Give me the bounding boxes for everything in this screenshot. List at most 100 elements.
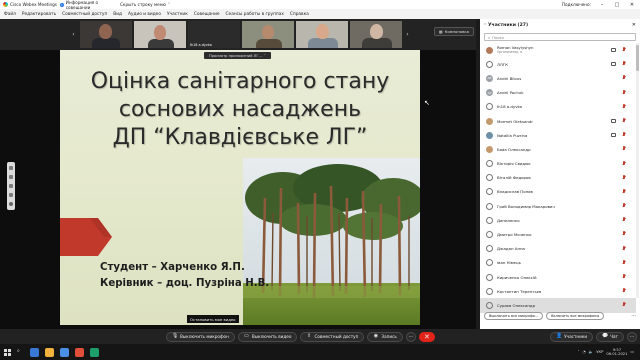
language-indicator[interactable]: УКР [596,350,603,354]
microphone-muted-icon[interactable] [622,188,626,195]
participants-footer: Выключить все микрофо... Включить все ми… [480,309,640,323]
menu-breakout[interactable]: Сеансы работы в группах [226,12,284,17]
connection-status: Подключено: [561,2,591,7]
menu-view[interactable]: Вид [113,12,122,17]
eraser-tool-icon[interactable] [9,192,13,197]
participants-toggle-button[interactable]: 👤 Участники [550,331,594,342]
participant-search-input[interactable]: ⌕ Поиск [484,33,636,41]
participant-row[interactable]: ЛЛГК [480,57,636,71]
video-tile[interactable] [242,21,294,48]
video-tile[interactable] [350,21,402,48]
maximize-icon[interactable]: □ [613,2,621,8]
user-icon [486,103,493,111]
microphone-muted-icon[interactable] [622,288,626,294]
microphone-muted-icon[interactable] [622,259,626,266]
text-tool-icon[interactable] [9,183,13,188]
strip-left-arrow-icon[interactable]: ‹ [70,31,77,38]
strip-right-arrow-icon[interactable]: › [404,31,411,38]
end-meeting-button[interactable]: ✕ [418,331,435,342]
participant-row[interactable]: Nataliia Puzrina [480,128,636,142]
microphone-muted-icon[interactable] [622,160,626,167]
clock[interactable]: 9:57 06.01.2021 [606,348,627,357]
participant-list-scrollbar[interactable] [636,43,639,298]
panel-more-button[interactable]: ··· [627,331,637,342]
stop-video-button[interactable]: ▭ Выключить видео [237,331,298,342]
mute-button[interactable]: 🎙 Выключить микрофон [166,331,235,342]
record-button[interactable]: ◉ Запись [367,331,403,342]
notifications-icon[interactable]: ▭ [631,350,634,354]
participant-row[interactable]: Владислав Попов [480,185,636,199]
shared-app-tab[interactable]: Просмотр приложений ЛГ... ˅ [204,52,271,59]
menu-edit[interactable]: Редактировать [22,12,56,17]
menu-help[interactable]: Справка [290,12,309,17]
microphone-muted-icon[interactable] [622,89,626,96]
participant-row[interactable]: Mormet Oleksandr [480,114,636,128]
participant-row[interactable]: Гриб Володимир Макарович [480,199,636,213]
video-tile[interactable] [134,21,186,48]
microphone-muted-icon[interactable] [622,245,626,252]
taskview-icon[interactable] [30,347,39,357]
participant-row[interactable]: Кириченко Олексій [480,270,636,284]
scrollbar-thumb[interactable] [636,45,639,71]
microphone-muted-icon[interactable] [622,217,626,223]
more-options-icon[interactable]: ··· [631,313,636,319]
tray-up-arrow-icon[interactable]: ˄ [578,350,580,354]
menu-participant[interactable]: Участник [167,12,188,17]
powerpoint-icon[interactable] [75,347,84,357]
microphone-muted-icon[interactable] [622,61,626,67]
menu-file[interactable]: Файл [4,12,16,17]
menu-audio-video[interactable]: Аудио и видео [128,12,161,17]
microphone-muted-icon[interactable] [622,117,626,124]
chevron-down-icon[interactable]: ˅ [484,23,486,28]
color-picker-icon[interactable] [9,201,13,206]
pointer-tool-icon[interactable] [9,166,13,171]
more-options-button[interactable]: ··· [405,331,416,342]
microphone-muted-icon[interactable] [622,231,626,237]
microphone-muted-icon[interactable] [622,274,626,280]
participant-row[interactable]: Іван Німець [480,256,636,270]
microphone-muted-icon[interactable] [622,174,626,181]
webex-taskbar-icon[interactable] [90,347,99,357]
hide-menu-bar-button[interactable]: Скрыть строку меню ˄ [120,2,170,7]
participant-row[interactable]: AP Andrii Pochuk [480,86,636,100]
participant-row[interactable]: Бааа Олександр [480,142,636,156]
participant-row[interactable]: Roman Vasylyshyn Организатор, я [480,43,636,57]
microphone-muted-icon[interactable] [622,103,626,110]
video-tile[interactable] [296,21,348,48]
participant-row[interactable]: Вікторія Свидюк [480,157,636,171]
participant-row[interactable]: Даниленко [480,213,636,227]
microphone-muted-icon[interactable] [622,75,626,81]
participant-row[interactable]: Костянтин Терентьєв [480,284,636,298]
layout-button[interactable]: ▦ Компоновка [434,27,474,36]
start-button[interactable] [4,348,14,356]
unmute-all-button[interactable]: Включить все микрофоны [546,312,605,320]
participant-row[interactable]: Дмитро Моченко [480,227,636,241]
mute-all-button[interactable]: Выключить все микрофо... [484,312,544,320]
volume-icon[interactable]: 🔈 [589,350,594,354]
taskbar-search-icon[interactable]: ⌕ [17,348,27,356]
stop-my-video-button[interactable]: Остановить мое видео [187,315,239,323]
participant-row[interactable]: AB Andrii Bilous [480,71,636,85]
chat-toggle-button[interactable]: 💬 Чат [596,331,624,342]
microphone-muted-icon[interactable] [622,146,626,152]
microphone-muted-icon[interactable] [622,302,626,308]
minimize-icon[interactable]: – [598,2,606,8]
video-tile[interactable] [80,21,132,48]
participant-row[interactable]: Ih18 a.dyvko [480,100,636,114]
microphone-muted-icon[interactable] [622,132,626,138]
video-tile[interactable]: Ih18 a.dyvko [188,21,240,48]
close-icon[interactable]: ✕ [628,2,636,8]
menu-share[interactable]: Совместный доступ [62,12,107,17]
browser-icon[interactable] [60,347,69,357]
menu-meeting[interactable]: Совещание [194,12,220,17]
microphone-muted-icon[interactable] [622,203,626,209]
file-explorer-icon[interactable] [45,347,54,357]
slide-supervisor: Керівник – доц. Пузріна Н.В. [100,278,270,289]
network-icon[interactable]: ◔ [582,350,585,354]
participant-row[interactable]: Джадан Анна [480,242,636,256]
microphone-muted-icon[interactable] [622,47,626,53]
participant-row[interactable]: Віталій Федоров [480,171,636,185]
share-button[interactable]: ⇪ Совместный доступ [300,331,365,342]
close-panel-icon[interactable]: ✕ [632,22,636,28]
pen-tool-icon[interactable] [9,175,13,180]
